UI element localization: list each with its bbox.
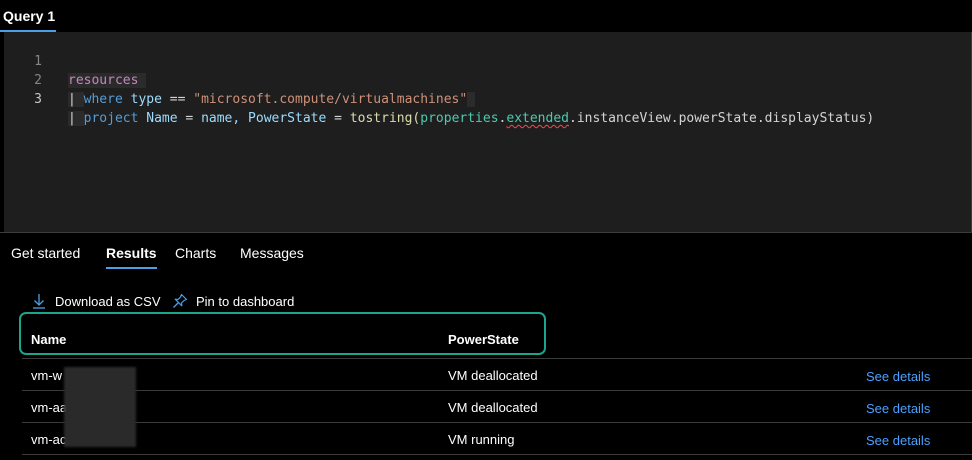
query-tab-strip: Query 1 <box>0 0 972 32</box>
column-header-powerstate[interactable]: PowerState <box>448 332 519 347</box>
tab-results[interactable]: Results <box>106 245 157 269</box>
pin-dashboard-label: Pin to dashboard <box>196 293 295 309</box>
code-line-2: 2 | where type == "microsoft.compute/vir… <box>4 52 971 107</box>
tab-get-started[interactable]: Get started <box>11 245 80 269</box>
see-details-link[interactable]: See details <box>866 433 930 448</box>
code-token: name, <box>201 111 241 126</box>
pin-dashboard-button[interactable]: Pin to dashboard <box>172 291 294 311</box>
table-row: vm-ac VM running See details <box>0 423 972 455</box>
code-token: extended <box>506 111 569 126</box>
cell-name: vm-w <box>31 368 63 383</box>
code-token: Name <box>146 111 178 126</box>
query-editor[interactable]: 1 resources 2 | where type == "microsoft… <box>4 32 972 232</box>
cell-powerstate: VM deallocated <box>448 368 538 383</box>
code-token: .instanceView.powerState.displayStatus) <box>569 111 875 126</box>
code-token: | <box>68 92 76 107</box>
download-csv-label: Download as CSV <box>55 293 161 309</box>
download-csv-button[interactable]: Download as CSV <box>31 291 161 311</box>
code-line-1: 1 resources <box>4 33 971 88</box>
code-token: type <box>130 92 162 107</box>
download-icon <box>31 293 47 309</box>
code-token: "microsoft.compute/virtualmachines" <box>193 92 468 107</box>
tab-messages[interactable]: Messages <box>240 245 304 269</box>
code-token: where <box>83 92 123 107</box>
line-number: 3 <box>34 92 42 107</box>
code-token: | <box>68 111 76 126</box>
code-token: == <box>169 92 186 107</box>
row-divider <box>22 454 972 455</box>
code-token: project <box>83 111 139 126</box>
code-token: PowerState <box>248 111 327 126</box>
tab-charts[interactable]: Charts <box>175 245 216 269</box>
code-token: = <box>334 111 342 126</box>
column-header-name[interactable]: Name <box>31 332 66 347</box>
tab-query-1[interactable]: Query 1 <box>0 0 56 32</box>
cell-name: vm-ac <box>31 432 67 447</box>
cell-name: vm-aa <box>31 400 68 415</box>
redaction-overlay <box>64 367 136 447</box>
results-table-header: Name PowerState <box>0 322 972 358</box>
table-row: vm-w VM deallocated See details <box>0 359 972 391</box>
code-line-3: 3 | project Name = name, PowerState = to… <box>4 71 971 126</box>
see-details-link[interactable]: See details <box>866 369 930 384</box>
cell-powerstate: VM running <box>448 432 515 447</box>
cell-powerstate: VM deallocated <box>448 400 538 415</box>
code-token: tostring( <box>349 111 421 126</box>
table-row: vm-aa VM deallocated See details <box>0 391 972 423</box>
pin-icon <box>172 293 188 309</box>
code-token: properties <box>420 111 499 126</box>
see-details-link[interactable]: See details <box>866 401 930 416</box>
editor-divider <box>0 232 972 233</box>
